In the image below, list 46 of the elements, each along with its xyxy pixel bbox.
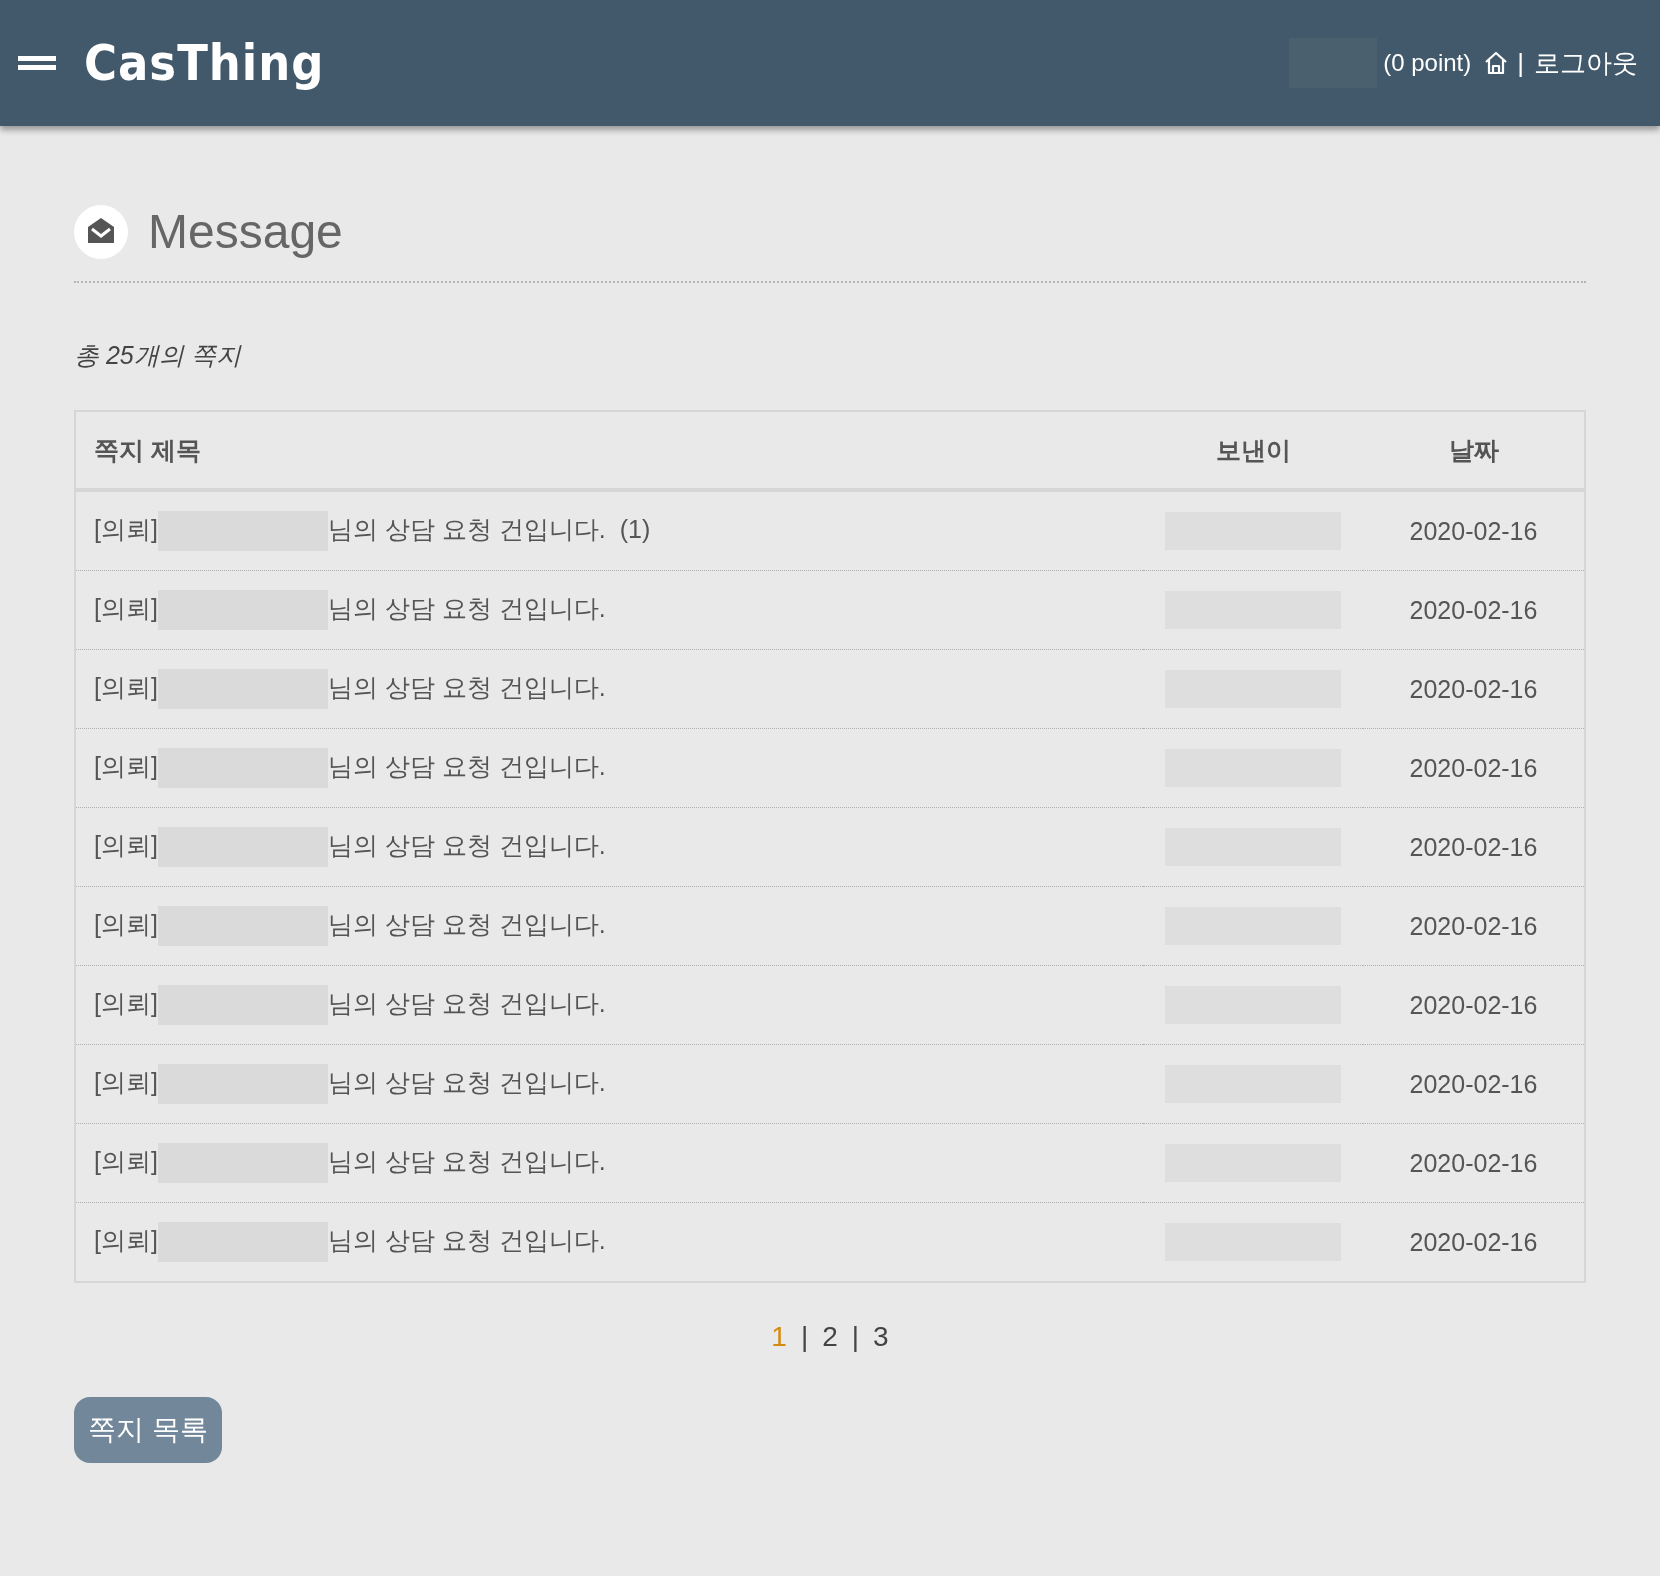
date-cell: 2020-02-16	[1363, 1202, 1585, 1282]
date-cell: 2020-02-16	[1363, 1044, 1585, 1124]
logout-link[interactable]: 로그아웃	[1534, 45, 1638, 81]
date-cell: 2020-02-16	[1363, 886, 1585, 966]
date-cell: 2020-02-16	[1363, 728, 1585, 808]
message-subject[interactable]: 님의 상담 요청 건입니다.	[327, 593, 606, 622]
message-subject[interactable]: 님의 상담 요청 건입니다.	[327, 830, 606, 859]
reply-count: (1)	[619, 514, 651, 543]
message-subject[interactable]: 님의 상담 요청 건입니다.	[327, 672, 606, 701]
column-header: 쪽지 제목	[75, 411, 1143, 490]
separator: |	[1517, 47, 1524, 79]
page-link[interactable]: 2	[822, 1321, 838, 1353]
separator: |	[851, 1321, 860, 1353]
date-cell: 2020-02-16	[1363, 490, 1585, 571]
request-tag: [의뢰]	[94, 1146, 158, 1175]
column-header: 날짜	[1363, 411, 1585, 490]
date-cell: 2020-02-16	[1363, 807, 1585, 887]
request-tag: [의뢰]	[94, 988, 158, 1017]
date-cell: 2020-02-16	[1363, 649, 1585, 729]
message-subject[interactable]: 님의 상담 요청 건입니다.	[327, 514, 606, 543]
logo[interactable]: CasThing	[84, 34, 325, 92]
date-cell: 2020-02-16	[1363, 570, 1585, 650]
page-title: Message	[148, 204, 343, 259]
message-subject[interactable]: 님의 상담 요청 건입니다.	[327, 1146, 606, 1175]
request-tag: [의뢰]	[94, 1067, 158, 1096]
points-label: (0 point)	[1383, 49, 1472, 77]
date-cell: 2020-02-16	[1363, 965, 1585, 1045]
message-subject[interactable]: 님의 상담 요청 건입니다.	[327, 1067, 606, 1096]
separator: |	[800, 1321, 809, 1353]
request-tag: [의뢰]	[94, 672, 158, 701]
message-count: 총 25개의 쪽지	[74, 340, 243, 371]
message-list-button[interactable]: 쪽지 목록	[74, 1397, 222, 1463]
date-cell: 2020-02-16	[1363, 1123, 1585, 1203]
message-subject[interactable]: 님의 상담 요청 건입니다.	[327, 988, 606, 1017]
request-tag: [의뢰]	[94, 1225, 158, 1254]
request-tag: [의뢰]	[94, 593, 158, 622]
column-header: 보낸이	[1143, 411, 1363, 490]
message-subject[interactable]: 님의 상담 요청 건입니다.	[327, 751, 606, 780]
request-tag: [의뢰]	[94, 751, 158, 780]
page-link[interactable]: 3	[873, 1321, 889, 1353]
request-tag: [의뢰]	[94, 514, 158, 543]
envelope-icon	[74, 204, 128, 259]
request-tag: [의뢰]	[94, 909, 158, 938]
message-subject[interactable]: 님의 상담 요청 건입니다.	[327, 909, 606, 938]
message-subject[interactable]: 님의 상담 요청 건입니다.	[327, 1225, 606, 1254]
request-tag: [의뢰]	[94, 830, 158, 859]
